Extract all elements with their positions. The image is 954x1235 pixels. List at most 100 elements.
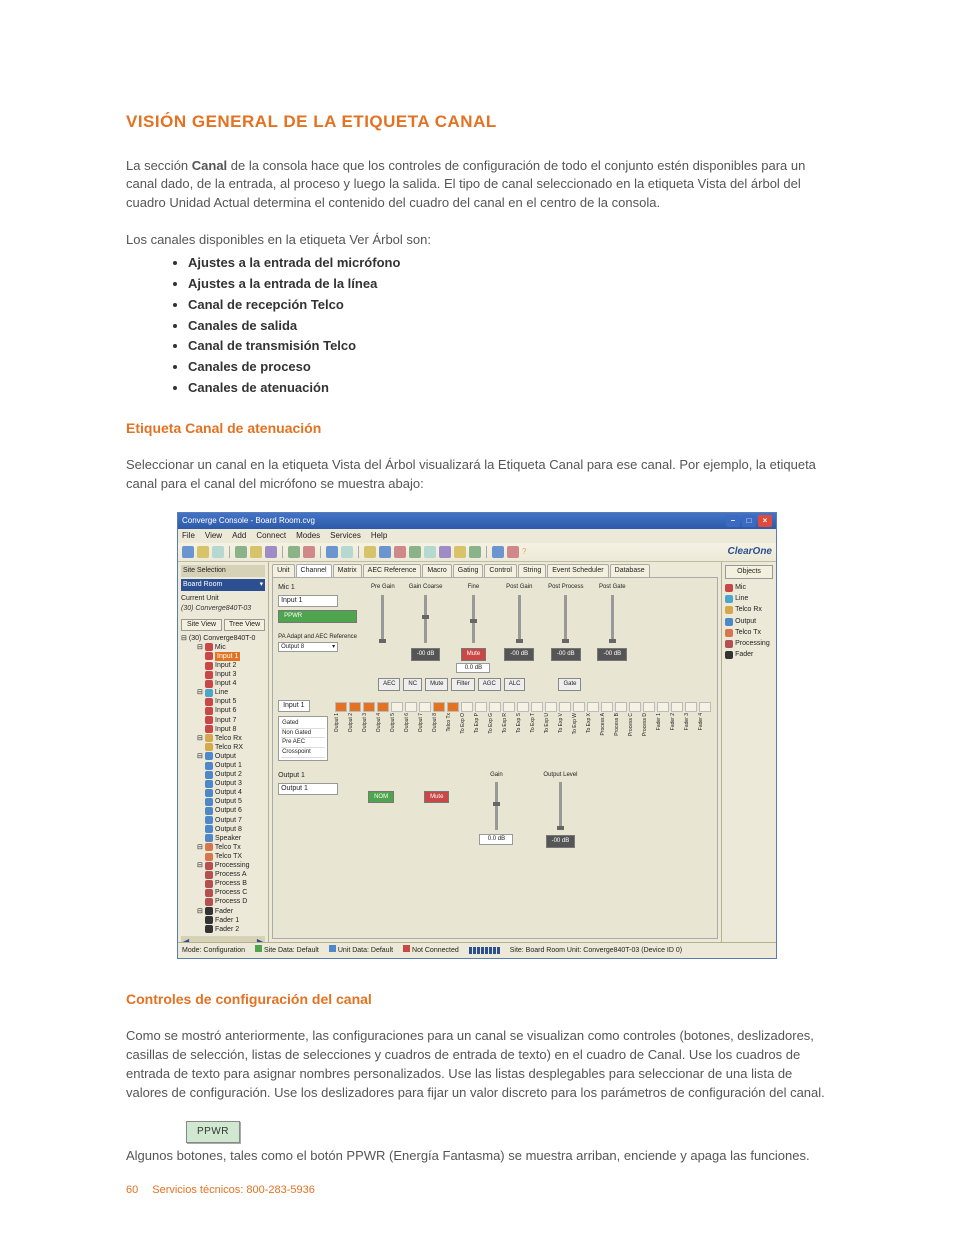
- matrix-cell[interactable]: [405, 702, 417, 712]
- tree-output3[interactable]: Output 3: [181, 779, 265, 788]
- menu-file[interactable]: File: [182, 530, 195, 542]
- matrix-cell[interactable]: [573, 702, 585, 712]
- aec-button[interactable]: AEC: [378, 678, 400, 691]
- post-process-slider[interactable]: Post Process -00 dB: [548, 583, 583, 660]
- tab-event-scheduler[interactable]: Event Scheduler: [547, 564, 608, 577]
- mute-button[interactable]: Mute: [461, 648, 486, 661]
- tree-mic-group[interactable]: ⊟ Mic: [181, 643, 265, 652]
- matrix-cell[interactable]: [671, 702, 683, 712]
- gate-option[interactable]: Gated: [281, 719, 325, 729]
- toolbar-icon[interactable]: [265, 546, 277, 558]
- matrix-cell[interactable]: [363, 702, 375, 712]
- toolbar-icon[interactable]: [507, 546, 519, 558]
- menu-connect[interactable]: Connect: [256, 530, 286, 542]
- tree-process-c[interactable]: Process C: [181, 888, 265, 897]
- toolbar-icon[interactable]: [182, 546, 194, 558]
- gate-option[interactable]: Non Gated: [281, 729, 325, 739]
- maximize-icon[interactable]: □: [742, 515, 756, 527]
- toolbar-icon[interactable]: [235, 546, 247, 558]
- ppwr-example-button[interactable]: PPWR: [186, 1121, 240, 1144]
- tree-output-group[interactable]: ⊟ Output: [181, 752, 265, 761]
- site-view-button[interactable]: Site View: [181, 619, 222, 631]
- matrix-cell[interactable]: [503, 702, 515, 712]
- toolbar-icon[interactable]: [424, 546, 436, 558]
- output-level-slider[interactable]: Output Level -00 dB: [543, 771, 577, 848]
- scroll-left-icon[interactable]: ◀: [183, 936, 189, 942]
- gate-option-list[interactable]: Gated Non Gated Pre AEC Crosspoint: [278, 716, 328, 761]
- tab-database[interactable]: Database: [610, 564, 650, 577]
- matrix-cell[interactable]: [587, 702, 599, 712]
- minimize-icon[interactable]: –: [726, 515, 740, 527]
- matrix-cell[interactable]: [377, 702, 389, 712]
- object-line[interactable]: Line: [725, 594, 773, 604]
- db-button[interactable]: -00 dB: [411, 648, 441, 661]
- pre-gain-slider[interactable]: Pre Gain: [371, 583, 395, 645]
- matrix-cell[interactable]: [489, 702, 501, 712]
- tree-telcotx-group[interactable]: ⊟ Telco Tx: [181, 843, 265, 852]
- tree-input5[interactable]: Input 5: [181, 697, 265, 706]
- toolbar-icon[interactable]: [454, 546, 466, 558]
- toolbar-icon[interactable]: [326, 546, 338, 558]
- tree-output2[interactable]: Output 2: [181, 770, 265, 779]
- tab-control[interactable]: Control: [484, 564, 517, 577]
- alc-button[interactable]: ALC: [504, 678, 526, 691]
- tab-channel[interactable]: Channel: [296, 564, 332, 577]
- toolbar-icon[interactable]: [341, 546, 353, 558]
- tree-output8[interactable]: Output 8: [181, 825, 265, 834]
- object-processing[interactable]: Processing: [725, 639, 773, 649]
- tree-view-button[interactable]: Tree View: [224, 619, 265, 631]
- tree-processing-group[interactable]: ⊟ Processing: [181, 861, 265, 870]
- tree-output7[interactable]: Output 7: [181, 816, 265, 825]
- matrix-cell[interactable]: [433, 702, 445, 712]
- object-telcotx[interactable]: Telco Tx: [725, 628, 773, 638]
- tree-scroll-bar[interactable]: ◀▶: [181, 936, 265, 942]
- menu-add[interactable]: Add: [232, 530, 246, 542]
- output-gain-slider[interactable]: Gain 0.0 dB: [479, 771, 513, 845]
- nom-button[interactable]: NOM: [368, 791, 394, 804]
- menu-view[interactable]: View: [205, 530, 222, 542]
- tab-string[interactable]: String: [518, 564, 546, 577]
- nc-button[interactable]: NC: [403, 678, 422, 691]
- menu-modes[interactable]: Modes: [296, 530, 320, 542]
- agc-button[interactable]: AGC: [478, 678, 501, 691]
- mute-button[interactable]: Mute: [425, 678, 448, 691]
- tree-output5[interactable]: Output 5: [181, 797, 265, 806]
- tab-gating[interactable]: Gating: [453, 564, 484, 577]
- tree-telcorx-group[interactable]: ⊟ Telco Rx: [181, 734, 265, 743]
- gate-option[interactable]: Crosspoint: [281, 748, 325, 758]
- tree-telcorx[interactable]: Telco RX: [181, 743, 265, 752]
- matrix-cell[interactable]: [699, 702, 711, 712]
- tree-output1[interactable]: Output 1: [181, 761, 265, 770]
- post-gain-slider[interactable]: Post Gain -00 dB: [504, 583, 534, 660]
- matrix-cell[interactable]: [419, 702, 431, 712]
- tab-aec-reference[interactable]: AEC Reference: [363, 564, 422, 577]
- help-icon[interactable]: ?: [522, 546, 526, 558]
- matrix-cell[interactable]: [391, 702, 403, 712]
- tree-telcotx[interactable]: Telco TX: [181, 852, 265, 861]
- matrix-cell[interactable]: [685, 702, 697, 712]
- object-telcorx[interactable]: Telco Rx: [725, 605, 773, 615]
- matrix-cell[interactable]: [531, 702, 543, 712]
- tree-input6[interactable]: Input 6: [181, 706, 265, 715]
- toolbar-icon[interactable]: [409, 546, 421, 558]
- tab-macro[interactable]: Macro: [422, 564, 451, 577]
- matrix-cell[interactable]: [447, 702, 459, 712]
- db-button[interactable]: -00 dB: [504, 648, 534, 661]
- toolbar-icon[interactable]: [492, 546, 504, 558]
- tree-input8[interactable]: Input 8: [181, 725, 265, 734]
- toolbar-icon[interactable]: [394, 546, 406, 558]
- object-mic[interactable]: Mic: [725, 583, 773, 593]
- tree-process-b[interactable]: Process B: [181, 879, 265, 888]
- tree-input4[interactable]: Input 4: [181, 679, 265, 688]
- tree-fader2[interactable]: Fader 2: [181, 925, 265, 934]
- matrix-cell[interactable]: [559, 702, 571, 712]
- db-button[interactable]: -00 dB: [546, 835, 576, 848]
- tree-input7[interactable]: Input 7: [181, 716, 265, 725]
- toolbar-icon[interactable]: [439, 546, 451, 558]
- toolbar-icon[interactable]: [469, 546, 481, 558]
- tree-output4[interactable]: Output 4: [181, 788, 265, 797]
- output-mute-button[interactable]: Mute: [424, 791, 449, 804]
- matrix-cell[interactable]: [615, 702, 627, 712]
- tree-speaker[interactable]: Speaker: [181, 834, 265, 843]
- matrix-cell[interactable]: [349, 702, 361, 712]
